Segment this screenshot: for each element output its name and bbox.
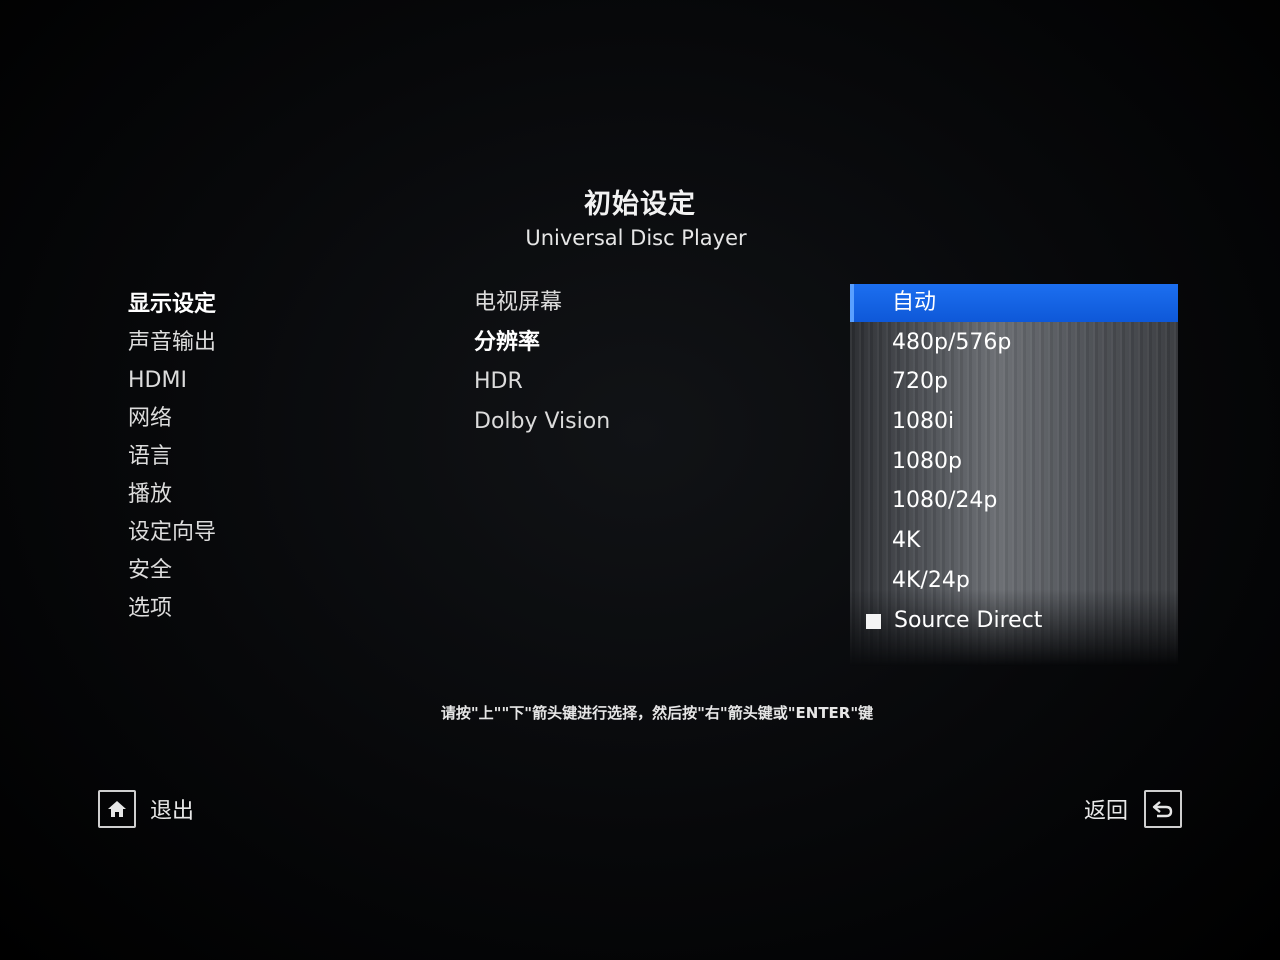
resolution-option-480p-576p[interactable]: 480p/576p: [850, 324, 1178, 364]
setting-item-tv-screen[interactable]: 电视屏幕: [474, 284, 774, 324]
category-item-security[interactable]: 安全: [128, 553, 368, 591]
category-item-network[interactable]: 网络: [128, 401, 368, 439]
back-label: 返回: [1083, 799, 1128, 824]
resolution-option-720p[interactable]: 720p: [850, 363, 1178, 403]
setting-item-hdr[interactable]: HDR: [474, 363, 774, 403]
category-item-options[interactable]: 选项: [128, 591, 368, 629]
option-label: 480p/576p: [892, 329, 1012, 355]
settings-menu: 电视屏幕 分辨率 HDR Dolby Vision: [474, 284, 774, 442]
exit-button[interactable]: 退出: [98, 790, 194, 828]
category-item-audio-output[interactable]: 声音输出: [128, 325, 368, 363]
resolution-option-source-direct[interactable]: Source Direct: [850, 602, 1178, 642]
category-item-hdmi[interactable]: HDMI: [128, 363, 368, 401]
back-button[interactable]: 返回: [1084, 789, 1182, 829]
category-menu: 显示设定 声音输出 HDMI 网络 语言 播放 设定向导 安全 选项: [128, 287, 368, 629]
option-label: 4K: [892, 528, 921, 554]
option-label: 1080/24p: [892, 488, 998, 514]
resolution-option-1080p[interactable]: 1080p: [850, 443, 1178, 483]
option-label: 4K/24p: [892, 567, 970, 593]
resolution-option-auto[interactable]: 自动: [850, 284, 1178, 322]
resolution-option-1080-24p[interactable]: 1080/24p: [850, 482, 1178, 522]
source-direct-checkbox[interactable]: [866, 613, 881, 629]
category-item-setup-wizard[interactable]: 设定向导: [128, 515, 368, 553]
resolution-option-1080i[interactable]: 1080i: [850, 403, 1178, 443]
option-label: 720p: [892, 369, 948, 395]
option-label: 1080p: [892, 448, 962, 474]
exit-label: 退出: [150, 799, 195, 824]
resolution-option-4k-24p[interactable]: 4K/24p: [850, 562, 1178, 602]
navigation-hint: 请按"上""下"箭头键进行选择，然后按"右"箭头键或"ENTER"键: [440, 704, 874, 722]
page-title: 初始设定: [584, 189, 696, 220]
page-subtitle: Universal Disc Player: [525, 226, 747, 250]
category-item-language[interactable]: 语言: [128, 439, 368, 477]
home-icon: [98, 790, 136, 828]
category-item-display[interactable]: 显示设定: [128, 287, 368, 325]
resolution-options-list: 自动 480p/576p 720p 1080i 1080p 1080/24p 4…: [850, 284, 1178, 641]
option-label: Source Direct: [894, 607, 1043, 633]
option-label: 自动: [892, 290, 937, 315]
setting-item-resolution[interactable]: 分辨率: [474, 324, 774, 364]
category-item-playback[interactable]: 播放: [128, 477, 368, 515]
resolution-option-4k[interactable]: 4K: [850, 522, 1178, 562]
setting-item-dolby-vision[interactable]: Dolby Vision: [474, 403, 774, 443]
option-label: 1080i: [892, 409, 955, 435]
return-icon: [1144, 790, 1182, 828]
